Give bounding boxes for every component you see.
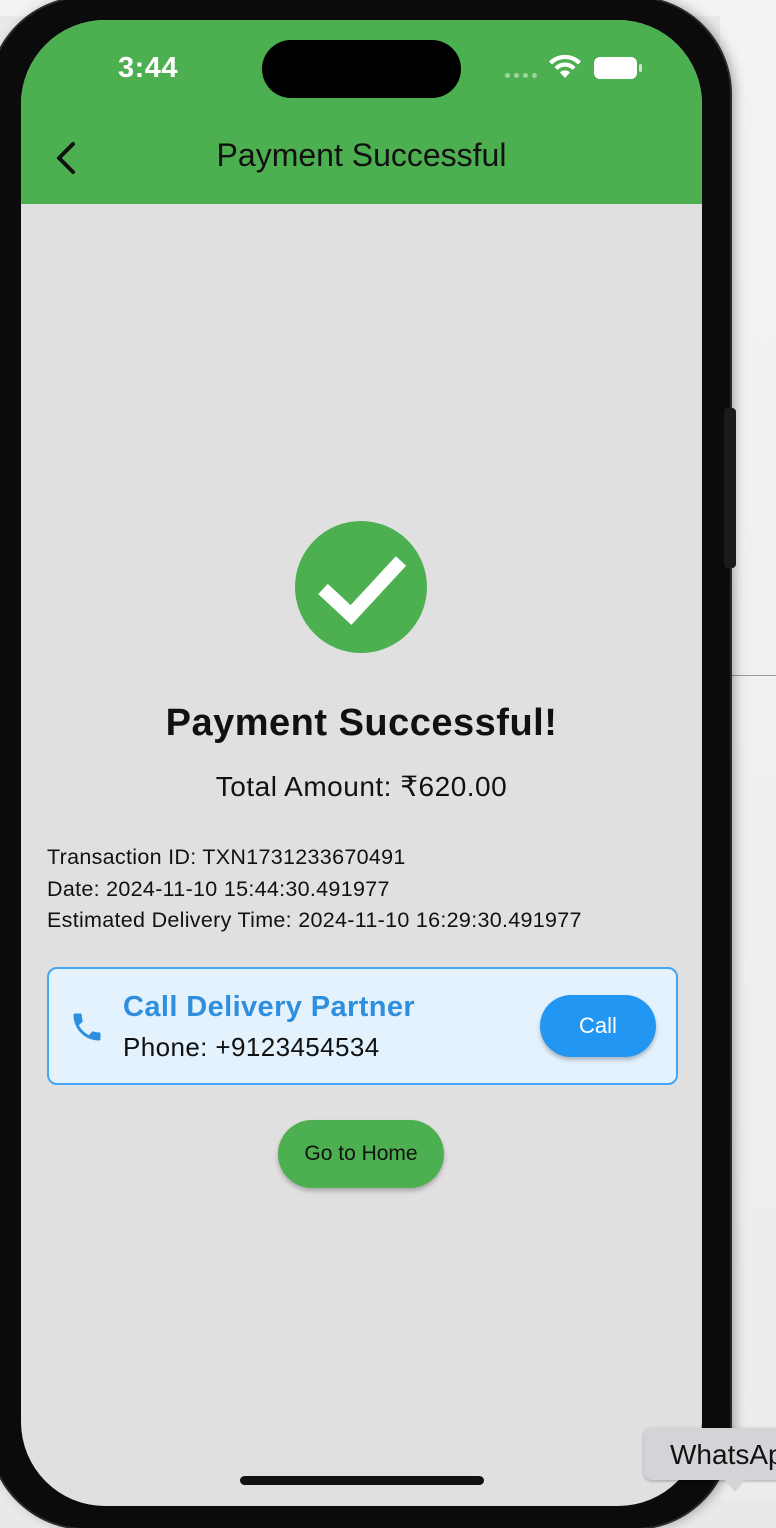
call-button[interactable]: Call	[540, 995, 656, 1057]
transaction-id: Transaction ID: TXN1731233670491	[47, 845, 406, 869]
battery-icon	[594, 57, 642, 79]
total-amount: Total Amount: ₹620.00	[215, 771, 508, 802]
desktop-divider	[726, 675, 776, 676]
wifi-icon	[549, 54, 581, 78]
go-to-home-button[interactable]: Go to Home	[278, 1120, 444, 1188]
phone-icon	[73, 1013, 101, 1041]
transaction-details: Transaction ID: TXN1731233670491 Date: 2…	[47, 842, 582, 937]
status-time: 3:44	[118, 52, 179, 84]
dock-tooltip-tail	[723, 1478, 747, 1492]
call-card-title: Call Delivery Partner	[123, 991, 416, 1023]
success-headline: Payment Successful!	[165, 702, 558, 744]
app-bar: 3:44 Payment Successful	[21, 20, 702, 204]
phone-screen: 3:44 Payment Successful Payment Successf…	[21, 20, 702, 1506]
dock-tooltip: WhatsAp	[644, 1428, 776, 1480]
delivery-partner-phone: Phone: +9123454534	[123, 1032, 380, 1062]
estimated-delivery-time: Estimated Delivery Time: 2024-11-10 16:2…	[47, 908, 582, 932]
cellular-signal-icon	[505, 73, 541, 78]
phone-side-button	[724, 408, 736, 568]
dynamic-island	[262, 40, 461, 98]
transaction-date: Date: 2024-11-10 15:44:30.491977	[47, 876, 390, 901]
success-check-icon	[295, 521, 427, 653]
home-indicator[interactable]	[240, 1476, 484, 1485]
dock-tooltip-label: WhatsAp	[670, 1439, 776, 1470]
call-delivery-partner-card: Call Delivery Partner Phone: +9123454534…	[47, 967, 678, 1085]
page-title: Payment Successful	[216, 137, 507, 173]
